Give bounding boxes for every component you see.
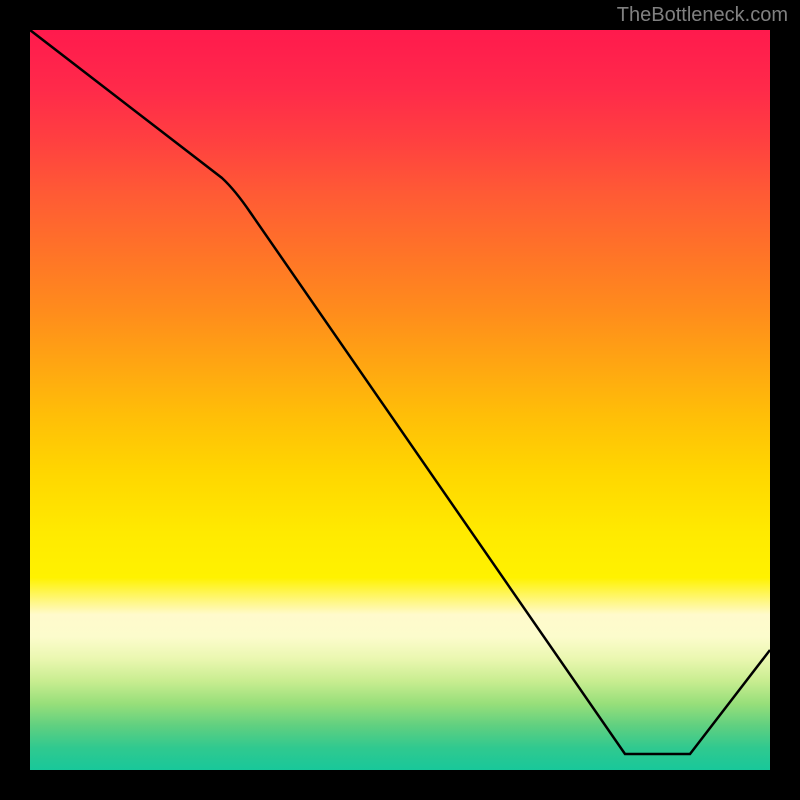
chart-plot-area: [30, 30, 770, 770]
chart-line: [30, 30, 770, 770]
attribution-text: TheBottleneck.com: [617, 4, 788, 27]
